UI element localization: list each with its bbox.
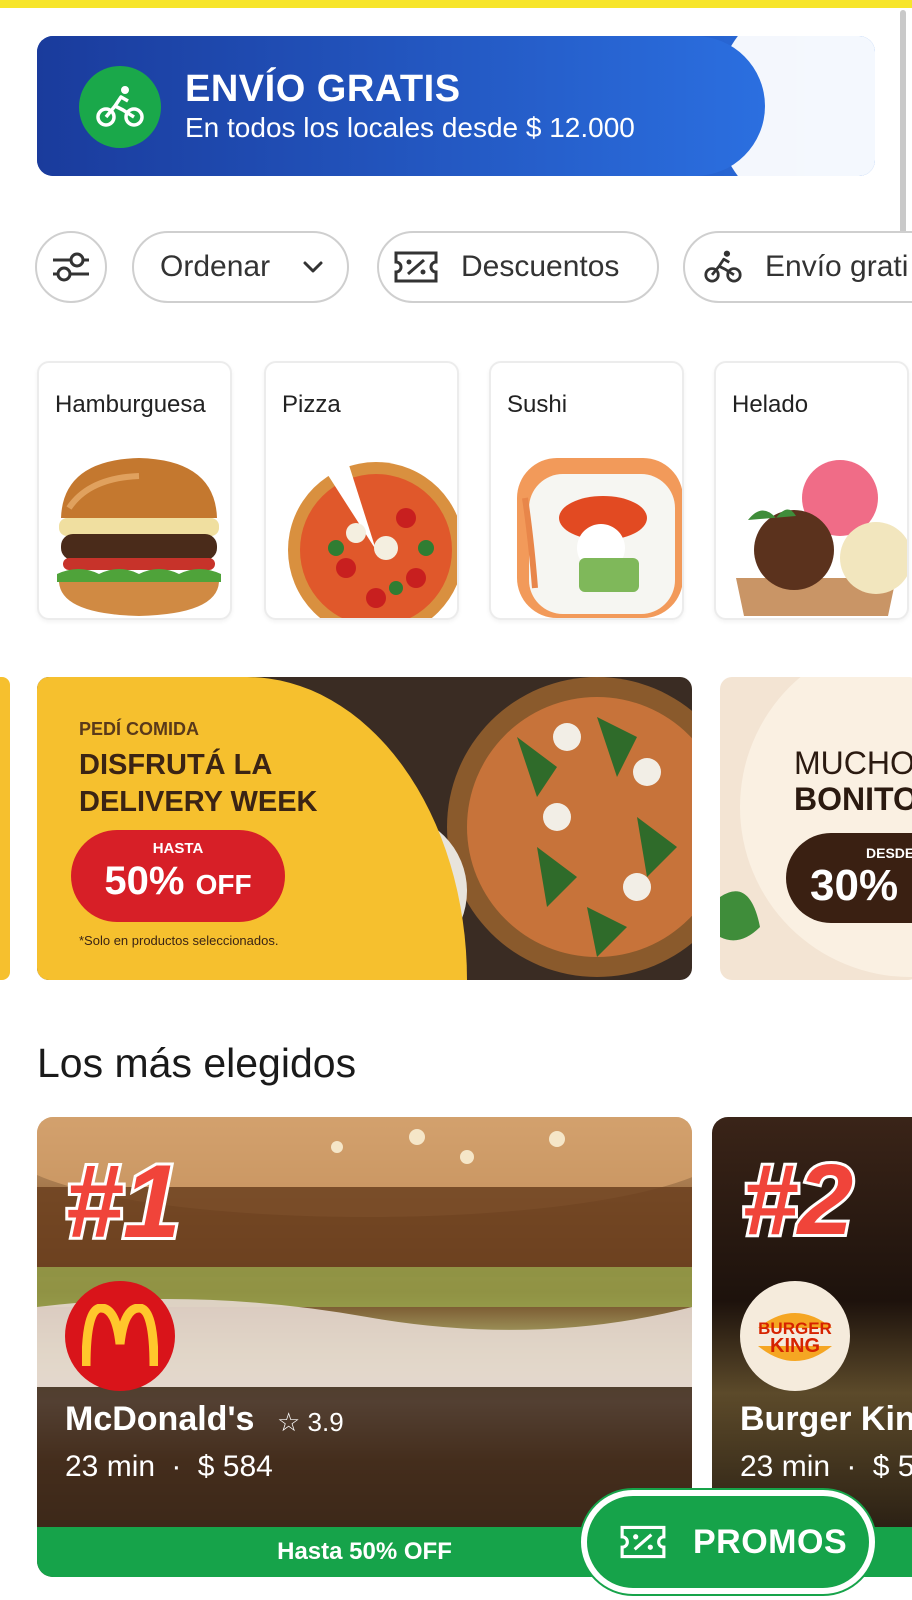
promo-title-line2: DELIVERY WEEK bbox=[79, 786, 318, 818]
promo-side-line1: MUCHO bbox=[794, 745, 912, 781]
order-label: Ordenar bbox=[160, 250, 271, 283]
top-yellow-strip bbox=[0, 0, 912, 8]
restaurant-name: McDonald's bbox=[65, 1400, 255, 1438]
restaurant-meta: 23 min · $ 5 bbox=[740, 1450, 912, 1484]
delivery-time: 23 min bbox=[65, 1450, 156, 1483]
section-title: Los más elegidos bbox=[37, 1040, 357, 1086]
category-pizza[interactable]: Pizza bbox=[264, 361, 459, 620]
promo-pill-small: HASTA bbox=[152, 840, 204, 857]
bike-delivery-icon bbox=[704, 250, 742, 283]
delivery-cost: $ 5 bbox=[872, 1450, 912, 1483]
promo-side-line2: BONITO bbox=[794, 781, 912, 817]
free-shipping-chip[interactable]: Envío grati bbox=[683, 231, 912, 303]
category-label: Sushi bbox=[507, 391, 568, 418]
promo-pill-value: 50% OFF bbox=[71, 859, 285, 904]
promo-title-line1: DISFRUTÁ LA bbox=[79, 749, 273, 781]
promo-side-pill-small: DESDE bbox=[866, 845, 912, 861]
promo-circle-decoration bbox=[720, 677, 912, 977]
rating-value: 3.9 bbox=[307, 1407, 344, 1437]
category-label: Hamburguesa bbox=[55, 391, 206, 418]
restaurant-name: Burger Kin bbox=[740, 1400, 912, 1438]
scrollbar[interactable] bbox=[900, 10, 906, 240]
star-icon: ☆ bbox=[277, 1407, 301, 1437]
sushi-image bbox=[517, 458, 682, 618]
promo-banner-delivery-week[interactable]: PEDÍ COMIDA DISFRUTÁ LA DELIVERY WEEK HA… bbox=[37, 677, 692, 980]
burger-image bbox=[57, 458, 221, 616]
category-hamburguesa[interactable]: Hamburguesa bbox=[37, 361, 232, 620]
restaurant-rating: ☆ 3.9 bbox=[277, 1407, 344, 1438]
mcdonalds-logo bbox=[65, 1281, 175, 1391]
promo-banner-next[interactable]: MUCHO BONITO DESDE 30% bbox=[720, 677, 912, 980]
category-helado[interactable]: Helado bbox=[714, 361, 909, 620]
discounts-label: Descuentos bbox=[461, 250, 620, 283]
promo-title: DISFRUTÁ LA DELIVERY WEEK bbox=[79, 747, 318, 821]
promo-side-pill-value: 30% bbox=[810, 861, 899, 910]
filters-button[interactable] bbox=[35, 231, 107, 303]
ice-cream-image bbox=[736, 460, 907, 616]
restaurant-meta: 23 min · $ 584 bbox=[65, 1450, 273, 1484]
category-label: Helado bbox=[732, 391, 809, 418]
promos-floating-button[interactable]: PROMOS bbox=[581, 1490, 875, 1594]
burger-king-logo: BURGER KING bbox=[740, 1281, 850, 1391]
delivery-cost: $ 584 bbox=[197, 1450, 273, 1483]
logo-line2: KING bbox=[770, 1335, 820, 1357]
bike-delivery-icon bbox=[79, 66, 161, 148]
promo-kicker: PEDÍ COMIDA bbox=[79, 719, 200, 739]
category-sushi[interactable]: Sushi bbox=[489, 361, 684, 620]
coupon-icon bbox=[620, 1525, 666, 1559]
sliders-icon bbox=[53, 252, 89, 282]
banner-subtitle: En todos los locales desde $ 12.000 bbox=[185, 112, 635, 143]
free-shipping-label: Envío grati bbox=[765, 250, 909, 283]
chevron-down-icon bbox=[303, 261, 323, 273]
discounts-chip[interactable]: Descuentos bbox=[377, 231, 659, 303]
banner-title: ENVÍO GRATIS bbox=[185, 68, 461, 110]
pizza-image bbox=[288, 462, 457, 618]
promo-pill-percent: 50% bbox=[104, 859, 185, 903]
meta-separator: · bbox=[846, 1450, 857, 1483]
promo-pill-suffix: OFF bbox=[195, 869, 252, 900]
promo-side-pill: DESDE 30% bbox=[786, 833, 912, 923]
promo-discount-pill: HASTA 50% OFF bbox=[71, 830, 285, 922]
order-dropdown[interactable]: Ordenar bbox=[132, 231, 349, 303]
promos-label: PROMOS bbox=[693, 1522, 848, 1561]
rank-badge: #2 bbox=[739, 1141, 856, 1259]
meta-separator: · bbox=[171, 1450, 182, 1483]
coupon-icon bbox=[394, 251, 438, 283]
rank-badge: #1 bbox=[62, 1141, 184, 1263]
category-label: Pizza bbox=[282, 391, 341, 418]
promo-footnote: *Solo en productos seleccionados. bbox=[79, 933, 279, 948]
delivery-time: 23 min bbox=[740, 1450, 831, 1483]
previous-promo-edge[interactable] bbox=[0, 677, 10, 980]
filter-chips-row: Ordenar Descuentos Envío grati bbox=[35, 231, 912, 305]
free-shipping-banner[interactable]: ENVÍO GRATIS En todos los locales desde … bbox=[37, 36, 875, 176]
